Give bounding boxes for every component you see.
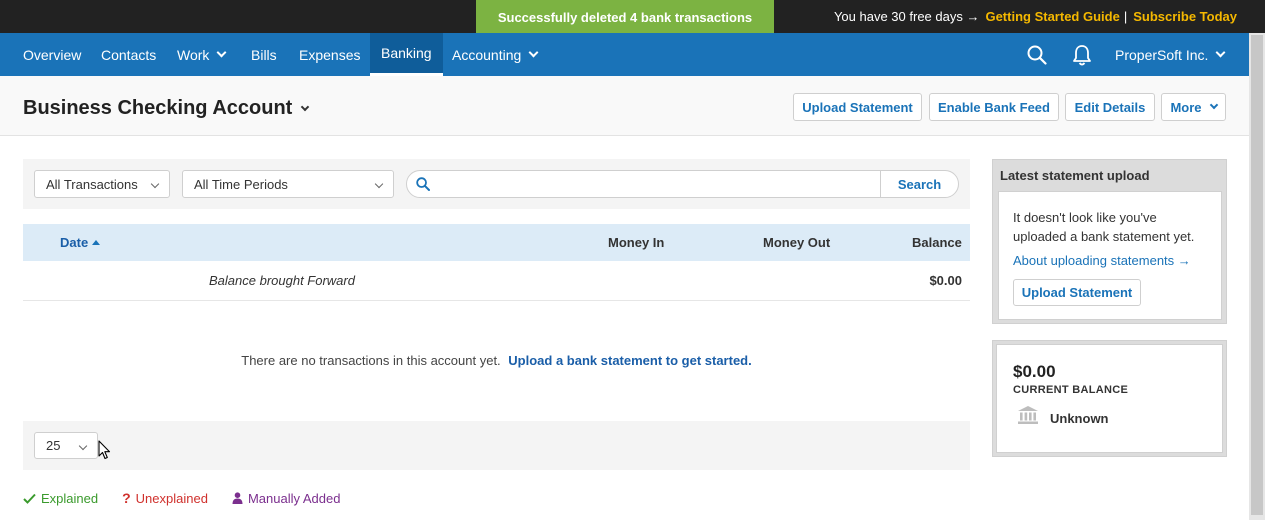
scrollbar-thumb[interactable] (1251, 35, 1263, 515)
time-period-filter[interactable]: All Time Periods (182, 170, 394, 198)
upload-statement-card-button[interactable]: Upload Statement (1013, 279, 1141, 306)
company-menu[interactable]: ProperSoft Inc. (1115, 33, 1226, 76)
trial-text: You have 30 free days → (833, 9, 980, 24)
page-title: Business Checking Account (23, 97, 293, 119)
nav-item-banking[interactable]: Banking (370, 33, 443, 76)
nav-item-bills[interactable]: Bills (251, 33, 277, 76)
current-balance-amount: $0.00 (1013, 362, 1056, 381)
transactions-filter-value: All Transactions (46, 176, 138, 192)
date-header-label: Date (60, 235, 89, 250)
nav-item-contacts[interactable]: Contacts (101, 33, 156, 76)
success-toast: Successfully deleted 4 bank transactions (476, 0, 774, 35)
bank-name: Unknown (1050, 411, 1109, 426)
subscribe-link[interactable]: Subscribe Today (1133, 9, 1237, 24)
transactions-table-header: Date Money In Money Out Balance (23, 224, 970, 261)
current-balance-label: CURRENT BALANCE (1013, 384, 1129, 396)
current-balance-body: $0.00 CURRENT BALANCE Unknown (996, 344, 1223, 453)
filter-bar: All Transactions All Time Periods Search (23, 159, 970, 209)
nav-item-label: Bills (251, 46, 277, 63)
sort-ascending-icon (92, 240, 101, 245)
company-name: ProperSoft Inc. (1115, 46, 1209, 63)
chevron-down-icon (150, 179, 160, 189)
more-button[interactable]: More (1161, 93, 1226, 121)
legend-manually-added: Manually Added (232, 490, 341, 506)
nav-item-label: Expenses (299, 46, 361, 63)
search-icon (416, 177, 430, 191)
time-period-filter-value: All Time Periods (194, 176, 288, 192)
nav-item-label: Contacts (101, 46, 157, 63)
chevron-down-icon (301, 102, 310, 111)
legend-manually-added-label: Manually Added (247, 490, 341, 506)
enable-bank-feed-button[interactable]: Enable Bank Feed (929, 93, 1059, 121)
upload-statement-button[interactable]: Upload Statement (793, 93, 922, 121)
latest-statement-card: Latest statement upload It doesn't look … (992, 159, 1227, 324)
mouse-cursor-icon (98, 440, 112, 464)
trial-banner: You have 30 free days → Getting Started … (834, 0, 1237, 33)
search-box: Search (406, 170, 959, 198)
main-nav: Overview Contacts Work Bills Expenses Ba… (0, 33, 1249, 76)
account-selector[interactable]: Business Checking Account (23, 97, 310, 120)
legend-explained: Explained (23, 491, 98, 506)
nav-item-label: Overview (23, 46, 82, 63)
latest-statement-body: It doesn't look like you've uploaded a b… (998, 191, 1222, 320)
question-mark-icon: ? (122, 490, 131, 506)
bell-icon[interactable] (1070, 33, 1094, 76)
upload-statement-link[interactable]: Upload a bank statement to get started. (508, 353, 751, 368)
trial-separator: | (1123, 9, 1128, 24)
row-description: Balance brought Forward (209, 273, 355, 288)
about-uploading-link[interactable]: About uploading statements → (1013, 253, 1191, 268)
table-row: Balance brought Forward $0.00 (23, 261, 970, 301)
chevron-down-icon (1209, 100, 1218, 110)
current-balance-card: $0.00 CURRENT BALANCE Unknown (992, 340, 1227, 457)
search-icon[interactable] (1024, 33, 1050, 76)
more-label: More (1170, 99, 1202, 115)
nav-item-overview[interactable]: Overview (23, 33, 81, 76)
empty-state: There are no transactions in this accoun… (23, 353, 970, 368)
chevron-down-icon (216, 47, 227, 58)
nav-item-label: Banking (381, 45, 432, 61)
empty-state-text: There are no transactions in this accoun… (241, 353, 501, 368)
transactions-filter[interactable]: All Transactions (34, 170, 170, 198)
nav-item-accounting[interactable]: Accounting (452, 33, 539, 76)
chevron-down-icon (78, 441, 88, 451)
balance-column-header: Balance (912, 235, 962, 250)
legend-unexplained: ? Unexplained (122, 490, 208, 506)
person-icon (232, 492, 243, 504)
money-in-column-header: Money In (608, 235, 665, 250)
chevron-down-icon (528, 47, 539, 58)
nav-item-work[interactable]: Work (177, 33, 227, 76)
status-legend: Explained ? Unexplained Manually Added (23, 490, 364, 506)
check-icon (23, 493, 36, 504)
chevron-down-icon (374, 179, 384, 189)
bank-icon (1017, 405, 1039, 428)
page-size-value: 25 (46, 438, 61, 453)
search-button[interactable]: Search (880, 171, 958, 197)
chevron-down-icon (1215, 47, 1226, 58)
nav-item-label: Work (177, 46, 210, 63)
search-input[interactable] (430, 171, 880, 197)
no-statement-message: It doesn't look like you've uploaded a b… (1013, 210, 1195, 244)
money-out-column-header: Money Out (763, 235, 831, 250)
legend-unexplained-label: Unexplained (135, 490, 208, 506)
nav-item-label: Accounting (452, 46, 522, 63)
legend-explained-label: Explained (41, 490, 99, 506)
nav-item-expenses[interactable]: Expenses (299, 33, 360, 76)
page-size-select[interactable]: 25 (34, 432, 98, 459)
date-column-header[interactable]: Date (60, 224, 101, 261)
row-balance: $0.00 (929, 273, 962, 288)
latest-statement-title: Latest statement upload (1000, 168, 1150, 183)
pagination-bar: 25 (23, 421, 970, 470)
getting-started-link[interactable]: Getting Started Guide (985, 9, 1119, 24)
page-header: Business Checking Account Upload Stateme… (0, 76, 1249, 136)
edit-details-button[interactable]: Edit Details (1065, 93, 1155, 121)
vertical-scrollbar[interactable] (1249, 33, 1265, 520)
